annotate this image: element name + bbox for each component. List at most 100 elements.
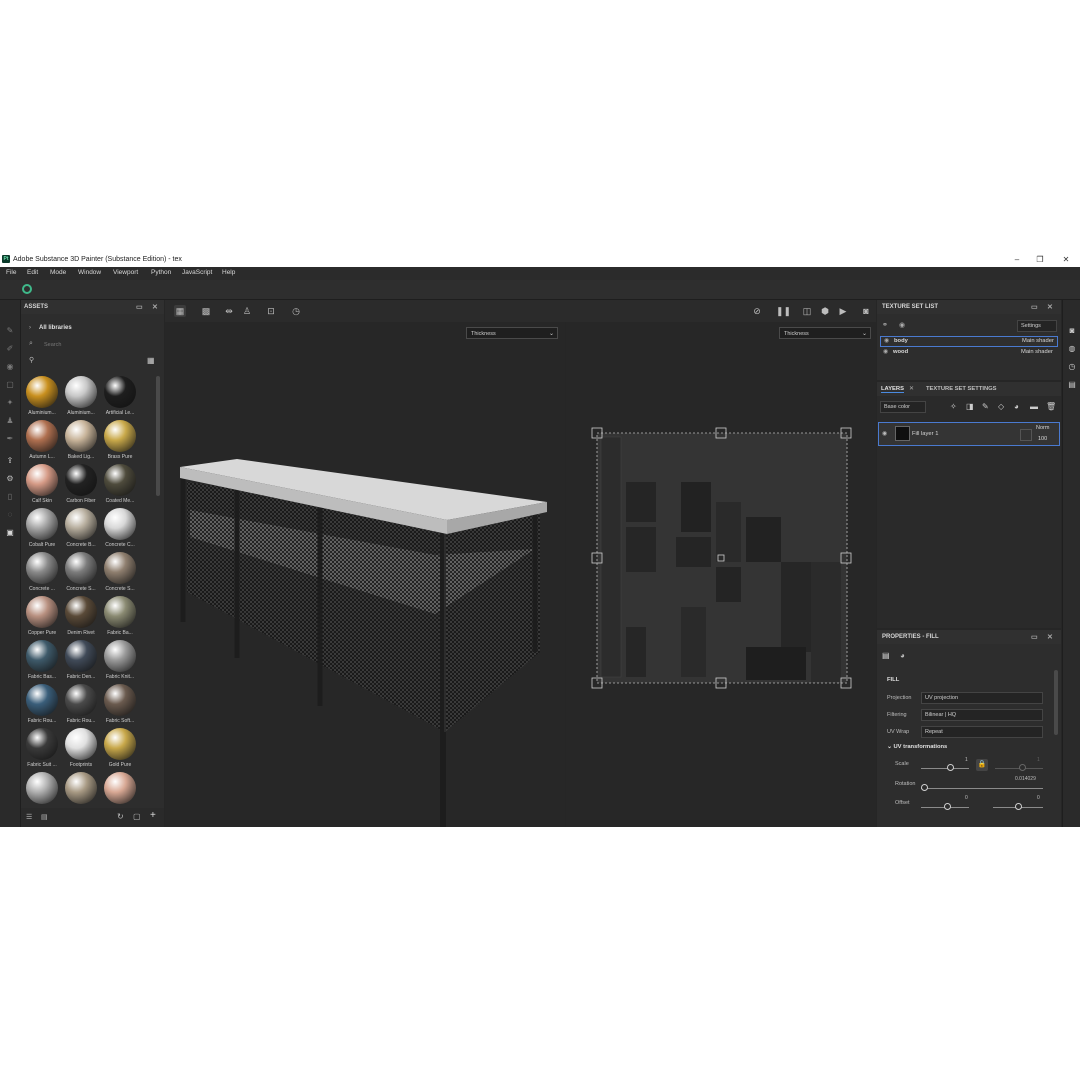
material-thumbnail[interactable]: Coated Me... xyxy=(100,464,138,508)
texture-set-row[interactable]: ◉ body Main shader xyxy=(880,336,1058,347)
eye-icon[interactable]: ◉ xyxy=(899,321,905,329)
camera-video-icon[interactable]: ▶ xyxy=(837,305,849,317)
material-thumbnail[interactable]: Carbon Fiber xyxy=(61,464,99,508)
uv-transformations-section[interactable]: ⌄ UV transformations xyxy=(887,744,947,750)
add-asset-icon[interactable]: + xyxy=(150,810,156,821)
paint-layer-icon[interactable]: ✎ xyxy=(982,402,989,411)
material-thumbnail[interactable]: Concrete S... xyxy=(61,552,99,596)
fill-layer-icon[interactable]: ◇ xyxy=(998,402,1004,411)
folder-filter-icon[interactable]: ▤ xyxy=(41,813,48,821)
material-thumbnail[interactable]: Fabric Rou... xyxy=(22,684,60,728)
menu-help[interactable]: Help xyxy=(222,269,235,276)
menu-file[interactable]: File xyxy=(6,269,16,276)
lock-icon[interactable]: 🔒 xyxy=(976,759,988,771)
layer-name[interactable]: Fill layer 1 xyxy=(912,431,938,437)
symmetry-icon[interactable]: ⇹ xyxy=(223,305,235,317)
close-tab-icon[interactable]: ✕ xyxy=(909,385,914,392)
log-icon[interactable]: ▤ xyxy=(1067,380,1077,389)
viewport-3d[interactable]: Thickness ⌄ xyxy=(165,322,565,827)
clone-tool-icon[interactable]: ♟ xyxy=(5,416,15,425)
layer-row[interactable]: ◉ Fill layer 1 Norm 100 xyxy=(878,422,1060,446)
cube-icon[interactable]: ⬢ xyxy=(819,305,831,317)
folder-icon[interactable]: ▬ xyxy=(1030,402,1038,411)
environment-icon[interactable]: ◍ xyxy=(1067,344,1077,353)
material-thumbnail[interactable]: Fabric Rou... xyxy=(61,684,99,728)
menu-javascript[interactable]: JavaScript xyxy=(182,269,212,276)
material-thumbnail[interactable]: Concrete S... xyxy=(100,552,138,596)
material-thumbnail[interactable]: Artificial Le... xyxy=(100,376,138,420)
grid-icon[interactable]: ▦ xyxy=(174,305,186,317)
offset-v-slider-knob[interactable] xyxy=(1015,803,1022,810)
pause-icon[interactable]: ❚❚ xyxy=(776,305,791,317)
projection-dropdown[interactable]: UV projection xyxy=(921,692,1043,704)
material-thumbnail[interactable]: Fabric Knit... xyxy=(100,640,138,684)
refresh-icon[interactable]: ↻ xyxy=(117,812,124,821)
history-icon[interactable]: ◌ xyxy=(5,510,15,519)
dense-grid-icon[interactable]: ▩ xyxy=(200,305,212,317)
visibility-eye-icon[interactable]: ◉ xyxy=(883,349,888,355)
minimize-button[interactable]: – xyxy=(1010,254,1024,265)
layer-visibility-icon[interactable]: ◉ xyxy=(882,430,887,437)
screenshot-icon[interactable]: ◙ xyxy=(860,305,872,317)
effects-icon[interactable]: ✧ xyxy=(950,402,957,411)
opacity-value[interactable]: 100 xyxy=(1038,436,1047,442)
smudge-tool-icon[interactable]: ✦ xyxy=(5,398,15,407)
material-thumbnail[interactable]: Brass Pure xyxy=(100,420,138,464)
center-icon[interactable]: ⊡ xyxy=(265,305,277,317)
material-thumbnail[interactable]: Aluminium... xyxy=(61,376,99,420)
properties-scrollbar[interactable] xyxy=(1054,670,1058,735)
material-thumbnail[interactable]: Fabric Bas... xyxy=(22,640,60,684)
material-thumbnail[interactable]: Fabric Soft... xyxy=(100,684,138,728)
picker-tool-icon[interactable]: ✒ xyxy=(5,434,15,443)
material-thumbnail[interactable] xyxy=(22,772,60,808)
figure-icon[interactable]: ♙ xyxy=(241,305,253,317)
polygon-fill-icon[interactable]: ▢ xyxy=(5,380,15,389)
tab-layers[interactable]: LAYERS xyxy=(881,386,904,393)
grid-view-icon[interactable]: ▦ xyxy=(147,356,155,365)
offset-u-slider-knob[interactable] xyxy=(944,803,951,810)
sort-icon[interactable]: ☰ xyxy=(26,813,32,821)
brush-tool-icon[interactable]: ✎ xyxy=(5,326,15,335)
sync-icon[interactable] xyxy=(22,284,32,294)
material-thumbnail[interactable]: Denim Rivet xyxy=(61,596,99,640)
uv-wrap-dropdown[interactable]: Repeat xyxy=(921,726,1043,738)
material-thumbnail[interactable]: Concrete ... xyxy=(22,552,60,596)
history-icon[interactable]: ◷ xyxy=(1067,362,1077,371)
undock-icon[interactable]: ▭ xyxy=(1031,633,1038,641)
menu-window[interactable]: Window xyxy=(78,269,101,276)
material-thumbnail[interactable]: Aluminium... xyxy=(22,376,60,420)
tab-texture-set-settings[interactable]: TEXTURE SET SETTINGS xyxy=(926,386,997,392)
blend-mode-dropdown[interactable]: Norm xyxy=(1036,425,1049,431)
mask-icon[interactable]: ◨ xyxy=(966,402,974,411)
material-thumbnail[interactable]: Concrete B... xyxy=(61,508,99,552)
asset-scrollbar[interactable] xyxy=(156,376,160,496)
split-view-icon[interactable]: ◫ xyxy=(801,305,813,317)
export-icon[interactable]: ⇪ xyxy=(5,456,15,465)
viewport-2d[interactable]: Thickness ⌄ xyxy=(566,322,876,827)
settings-dropdown[interactable]: Settings xyxy=(1017,320,1057,332)
material-thumbnail[interactable] xyxy=(61,772,99,808)
scale-v-slider-knob[interactable] xyxy=(1019,764,1026,771)
material-thumbnail[interactable]: Footprints xyxy=(61,728,99,772)
channel-dropdown[interactable]: Base color xyxy=(880,401,926,413)
close-panel-icon[interactable]: ✕ xyxy=(1047,633,1053,641)
filtering-dropdown[interactable]: Bilinear | HQ xyxy=(921,709,1043,721)
undock-icon[interactable]: ▭ xyxy=(136,303,143,311)
delete-icon[interactable]: 🗑 xyxy=(1046,402,1056,411)
chevron-right-icon[interactable]: › xyxy=(29,325,31,331)
maximize-button[interactable]: ❐ xyxy=(1033,254,1047,265)
close-panel-icon[interactable]: ✕ xyxy=(1047,303,1053,311)
new-folder-icon[interactable]: ▢ xyxy=(133,812,141,821)
menu-mode[interactable]: Mode xyxy=(50,269,66,276)
scale-slider-knob[interactable] xyxy=(947,764,954,771)
material-thumbnail[interactable]: Gold Pure xyxy=(100,728,138,772)
library-selector[interactable]: All libraries xyxy=(39,325,72,331)
search-input[interactable]: Search xyxy=(44,342,61,348)
menu-edit[interactable]: Edit xyxy=(27,269,38,276)
display-settings-icon[interactable]: ◙ xyxy=(1067,326,1077,335)
display-icon[interactable]: ▯ xyxy=(5,492,15,501)
rotation-slider-knob[interactable] xyxy=(921,784,928,791)
material-thumbnail[interactable]: Fabric Suit ... xyxy=(22,728,60,772)
material-thumbnail[interactable] xyxy=(100,772,138,808)
smart-material-icon[interactable]: ◕ xyxy=(1014,402,1019,411)
